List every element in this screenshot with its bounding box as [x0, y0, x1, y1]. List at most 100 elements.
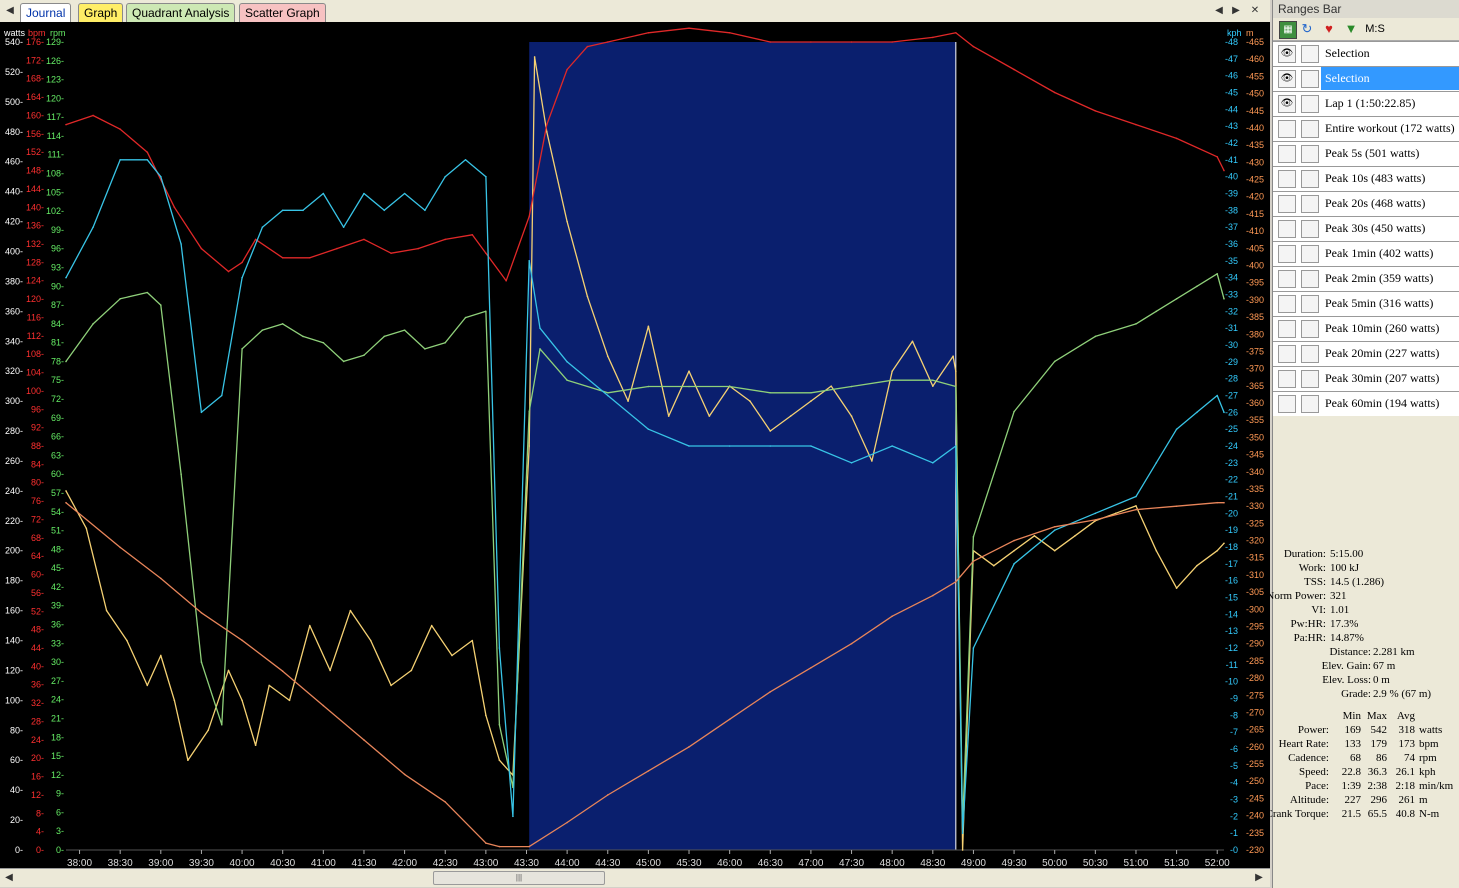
data-point — [1216, 501, 1219, 504]
chart-icon[interactable]: ▦ — [1279, 21, 1297, 39]
data-point — [241, 276, 243, 279]
visibility-toggle[interactable] — [1278, 120, 1296, 138]
range-checkbox[interactable] — [1301, 195, 1319, 213]
visibility-toggle[interactable] — [1278, 295, 1296, 313]
y-tick-label-bpm: 172- — [26, 55, 44, 65]
data-point — [281, 670, 284, 673]
range-checkbox[interactable] — [1301, 170, 1319, 188]
range-checkbox[interactable] — [1301, 320, 1319, 338]
stats-max: 65.5 — [1367, 808, 1387, 820]
data-point — [850, 642, 853, 645]
stats-avg: 40.8 — [1395, 808, 1415, 820]
scrollbar-thumb[interactable]: ||| — [433, 871, 605, 885]
data-point — [471, 639, 474, 642]
data-point — [1053, 91, 1056, 94]
y-tick-label-m: -415 — [1246, 209, 1264, 219]
y-tick-label-rpm: 105- — [46, 187, 64, 197]
shield-icon[interactable]: ▼ — [1343, 21, 1359, 37]
visibility-toggle[interactable] — [1278, 170, 1296, 188]
scroll-left-arrow-icon[interactable]: ◀ — [2, 871, 16, 885]
data-point — [546, 130, 548, 133]
eye-icon[interactable]: 👁 — [1278, 45, 1296, 63]
range-row[interactable]: Peak 5s (501 watts) — [1273, 141, 1459, 166]
range-row[interactable]: 👁 Lap 1 (1:50:22.85) — [1273, 91, 1459, 116]
range-row[interactable]: Peak 20min (227 watts) — [1273, 341, 1459, 366]
stats-row: Speed: 22.8 36.3 26.1 kph — [1273, 766, 1459, 780]
visibility-toggle[interactable] — [1278, 270, 1296, 288]
range-row[interactable]: Entire workout (172 watts) — [1273, 116, 1459, 141]
y-tick-label-m: -465 — [1246, 37, 1264, 47]
mode-label[interactable]: M:S — [1361, 21, 1389, 37]
data-point — [1175, 587, 1178, 589]
range-checkbox[interactable] — [1301, 370, 1319, 388]
stats-row: Crank Torque: 21.5 65.5 40.8 N-m — [1266, 808, 1459, 822]
visibility-toggle[interactable] — [1278, 220, 1296, 238]
graph-chart[interactable]: 38:00 38:30 39:00 39:30 40:00 40:30 41:00 41:30… — [0, 22, 1270, 870]
range-row[interactable]: Peak 10s (483 watts) — [1273, 166, 1459, 191]
y-tick-label-m: -250 — [1246, 776, 1264, 786]
visibility-toggle[interactable] — [1278, 195, 1296, 213]
tab-journal[interactable]: Journal — [20, 3, 72, 23]
y-tick-label-kph: -28 — [1225, 374, 1238, 384]
visibility-toggle[interactable] — [1278, 320, 1296, 338]
data-point — [363, 192, 365, 195]
eye-icon[interactable]: 👁 — [1278, 95, 1296, 113]
data-point — [810, 400, 812, 402]
range-row[interactable]: 👁 Selection — [1273, 66, 1459, 91]
y-tick-label-m: -330 — [1246, 501, 1264, 511]
heart-icon[interactable]: ♥ — [1321, 21, 1337, 37]
range-checkbox[interactable] — [1301, 70, 1319, 88]
range-checkbox[interactable] — [1301, 145, 1319, 163]
y-tick-label-m: -390 — [1246, 295, 1264, 305]
range-row[interactable]: Peak 2min (359 watts) — [1273, 266, 1459, 291]
range-checkbox[interactable] — [1301, 245, 1319, 263]
horizontal-scrollbar[interactable]: ◀ ||| ▶ — [0, 868, 1270, 887]
y-tick-label-kph: -19 — [1225, 525, 1238, 535]
tab-graph[interactable]: Graph — [78, 3, 124, 22]
refresh-icon[interactable]: ↻ — [1299, 21, 1315, 37]
visibility-toggle[interactable] — [1278, 245, 1296, 263]
range-checkbox[interactable] — [1301, 45, 1319, 63]
data-point — [390, 252, 392, 254]
scroll-left-icon[interactable]: ◀ — [3, 4, 17, 18]
graph-svg[interactable]: 38:00 38:30 39:00 39:30 40:00 40:30 41:00 41:30… — [0, 22, 1270, 870]
range-checkbox[interactable] — [1301, 120, 1319, 138]
data-point — [485, 252, 487, 254]
range-row[interactable]: Peak 20s (468 watts) — [1273, 191, 1459, 216]
data-point — [961, 849, 964, 851]
range-row[interactable]: Peak 30s (450 watts) — [1273, 216, 1459, 241]
range-row[interactable]: Peak 5min (316 watts) — [1273, 291, 1459, 316]
range-row[interactable]: Peak 1min (402 watts) — [1273, 241, 1459, 266]
range-row[interactable]: Peak 30min (207 watts) — [1273, 366, 1459, 391]
tab-quadrant-analysis[interactable]: Quadrant Analysis — [126, 3, 236, 22]
scroll-right-arrow-icon[interactable]: ▶ — [1252, 871, 1266, 885]
range-checkbox[interactable] — [1301, 270, 1319, 288]
range-checkbox[interactable] — [1301, 95, 1319, 113]
y-tick-label-watts: 60- — [10, 755, 23, 765]
range-checkbox[interactable] — [1301, 295, 1319, 313]
eye-icon[interactable]: 👁 — [1278, 70, 1296, 88]
range-checkbox[interactable] — [1301, 220, 1319, 238]
data-point — [485, 310, 487, 313]
tab-scatter-graph[interactable]: Scatter Graph — [239, 3, 326, 22]
y-tick-label-rpm: 9- — [56, 789, 64, 799]
data-point — [1196, 411, 1198, 414]
tab-close-icon[interactable]: ✕ — [1248, 4, 1262, 18]
data-point — [528, 410, 530, 413]
range-row[interactable]: Peak 10min (260 watts) — [1273, 316, 1459, 341]
visibility-toggle[interactable] — [1278, 145, 1296, 163]
data-point — [1013, 410, 1015, 413]
data-point — [850, 415, 853, 417]
visibility-toggle[interactable] — [1278, 395, 1296, 413]
visibility-toggle[interactable] — [1278, 345, 1296, 363]
range-checkbox[interactable] — [1301, 345, 1319, 363]
data-point — [932, 379, 934, 382]
data-point — [539, 327, 541, 329]
y-tick-label-rpm: 93- — [51, 262, 64, 272]
range-row[interactable]: 👁 Selection — [1273, 41, 1459, 66]
range-row[interactable]: Peak 60min (194 watts) — [1273, 391, 1459, 416]
visibility-toggle[interactable] — [1278, 370, 1296, 388]
tab-next-icon[interactable]: ▶ — [1229, 4, 1243, 18]
range-checkbox[interactable] — [1301, 395, 1319, 413]
tab-prev-icon[interactable]: ◀ — [1212, 4, 1226, 18]
